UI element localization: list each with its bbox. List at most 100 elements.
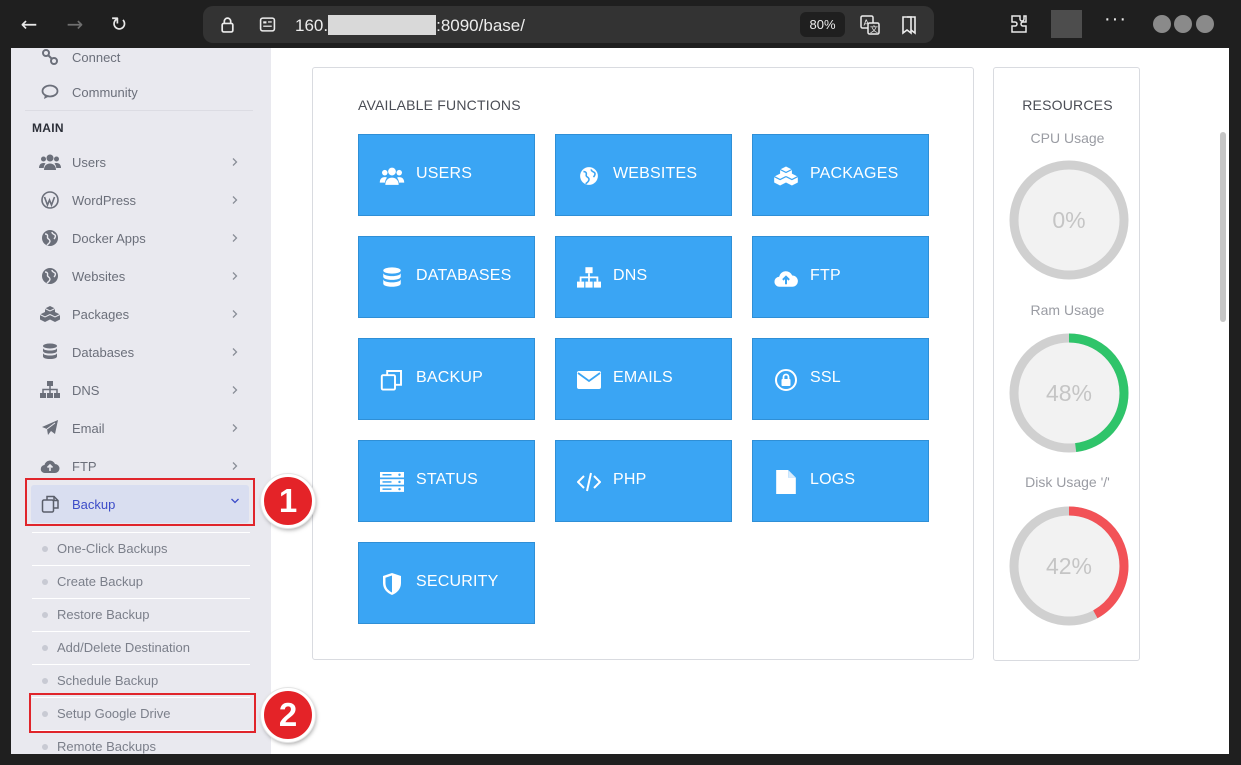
database-icon	[39, 341, 61, 363]
sidebar-item-dns[interactable]: DNS	[25, 371, 253, 409]
sidebar-item-databases[interactable]: Databases	[25, 333, 253, 371]
submenu-label: Schedule Backup	[57, 673, 159, 688]
annotation-highlight-backup	[25, 478, 255, 526]
tile-websites[interactable]: WEBSITES	[555, 134, 732, 216]
cloud-upload-icon	[773, 265, 799, 291]
tile-databases[interactable]: DATABASES	[358, 236, 535, 318]
zoom-indicator[interactable]: 80%	[800, 12, 845, 37]
tile-status[interactable]: STATUS	[358, 440, 535, 522]
submenu-add-delete-destination[interactable]: Add/Delete Destination	[32, 631, 250, 663]
submenu-label: Create Backup	[57, 574, 143, 589]
globe-icon	[39, 227, 61, 249]
extensions-icon[interactable]	[1008, 13, 1030, 35]
lock-icon[interactable]	[219, 16, 236, 33]
tile-label: LOGS	[810, 471, 856, 488]
disk-usage-label: Disk Usage '/'	[1025, 474, 1110, 490]
sitemap-icon	[576, 265, 602, 291]
sidebar-item-label: WordPress	[72, 192, 137, 208]
sidebar-item-connect[interactable]: Connect	[25, 48, 253, 76]
submenu-create-backup[interactable]: Create Backup	[32, 565, 250, 597]
disk-usage-gauge: 42%	[1007, 504, 1131, 628]
users-icon	[379, 163, 405, 189]
functions-title: AVAILABLE FUNCTIONS	[358, 97, 521, 113]
tile-users[interactable]: USERS	[358, 134, 535, 216]
more-options-icon[interactable]: ···	[1104, 8, 1127, 31]
sidebar-item-label: Community	[72, 84, 138, 100]
annotation-badge-2: 2	[261, 688, 315, 742]
copy-icon	[379, 367, 405, 393]
paper-plane-icon	[39, 417, 61, 439]
window-maximize-button[interactable]	[1174, 15, 1192, 33]
server-icon	[379, 469, 405, 495]
back-arrow-icon[interactable]: ←	[15, 10, 43, 38]
tile-ssl[interactable]: SSL	[752, 338, 929, 420]
sidebar-item-label: Users	[72, 154, 106, 170]
sidebar-item-wordpress[interactable]: WordPress	[25, 181, 253, 219]
submenu-remote-backups[interactable]: Remote Backups	[32, 730, 250, 754]
profile-avatar[interactable]	[1051, 10, 1082, 38]
tile-backup[interactable]: BACKUP	[358, 338, 535, 420]
reading-view-icon[interactable]	[898, 14, 920, 36]
address-bar[interactable]: 160.:8090/base/ 80% A文	[203, 6, 934, 43]
tile-label: DNS	[613, 267, 648, 284]
code-icon	[576, 469, 602, 495]
resources-card: RESOURCES CPU Usage 0% Ram Usage 48% Dis…	[993, 67, 1140, 661]
main-content: AVAILABLE FUNCTIONS USERS WEBSITES PACKA…	[271, 48, 1217, 754]
sidebar-divider	[25, 110, 253, 111]
tile-label: DATABASES	[416, 267, 512, 284]
sidebar-item-community[interactable]: Community	[25, 73, 253, 111]
bullet-dot	[42, 743, 48, 750]
submenu-label: Restore Backup	[57, 607, 150, 622]
sidebar-item-docker-apps[interactable]: Docker Apps	[25, 219, 253, 257]
sidebar-item-users[interactable]: Users	[25, 143, 253, 181]
window-close-button[interactable]	[1196, 15, 1214, 33]
database-icon	[379, 265, 405, 291]
ram-usage-gauge: 48%	[1007, 331, 1131, 455]
bullet-dot	[42, 545, 48, 552]
chevron-right-icon	[232, 158, 238, 166]
sidebar-item-email[interactable]: Email	[25, 409, 253, 447]
chevron-right-icon	[232, 272, 238, 280]
tile-dns[interactable]: DNS	[555, 236, 732, 318]
wordpress-icon	[39, 189, 61, 211]
url-text[interactable]: 160.:8090/base/	[295, 15, 525, 36]
tile-ftp[interactable]: FTP	[752, 236, 929, 318]
site-info-icon[interactable]	[259, 16, 276, 33]
bullet-dot	[42, 578, 48, 585]
page-scrollbar[interactable]	[1217, 48, 1229, 754]
submenu-label: One-Click Backups	[57, 541, 168, 556]
tile-security[interactable]: SECURITY	[358, 542, 535, 624]
tile-logs[interactable]: LOGS	[752, 440, 929, 522]
window-minimize-button[interactable]	[1153, 15, 1171, 33]
cpu-usage-label: CPU Usage	[1030, 130, 1105, 146]
cpu-usage-gauge: 0%	[1007, 158, 1131, 282]
ram-usage-value: 48%	[1045, 379, 1093, 406]
sidebar-item-packages[interactable]: Packages	[25, 295, 253, 333]
reload-icon[interactable]: ↻	[105, 10, 133, 38]
tile-emails[interactable]: EMAILS	[555, 338, 732, 420]
cubes-icon	[39, 303, 61, 325]
forward-arrow-icon[interactable]: →	[61, 10, 89, 38]
sidebar-section-heading: MAIN	[32, 121, 64, 135]
tile-php[interactable]: PHP	[555, 440, 732, 522]
submenu-schedule-backup[interactable]: Schedule Backup	[32, 664, 250, 696]
shield-icon	[379, 571, 405, 597]
file-icon	[773, 469, 799, 495]
bullet-dot	[42, 644, 48, 651]
submenu-label: Add/Delete Destination	[57, 640, 190, 655]
lock-icon	[773, 367, 799, 393]
submenu-one-click-backups[interactable]: One-Click Backups	[32, 532, 250, 564]
svg-text:文: 文	[870, 24, 878, 34]
sidebar-item-websites[interactable]: Websites	[25, 257, 253, 295]
tile-label: SSL	[810, 369, 841, 386]
annotation-highlight-google-drive	[29, 693, 256, 733]
browser-toolbar: ← → ↻ 160.:8090/base/ 80% A文 ···	[0, 0, 1241, 48]
annotation-badge-1: 1	[261, 474, 315, 528]
submenu-restore-backup[interactable]: Restore Backup	[32, 598, 250, 630]
translate-icon[interactable]: A文	[859, 14, 881, 36]
chevron-right-icon	[232, 386, 238, 394]
tile-packages[interactable]: PACKAGES	[752, 134, 929, 216]
sitemap-icon	[39, 379, 61, 401]
scrollbar-thumb[interactable]	[1220, 132, 1226, 322]
chevron-right-icon	[232, 310, 238, 318]
